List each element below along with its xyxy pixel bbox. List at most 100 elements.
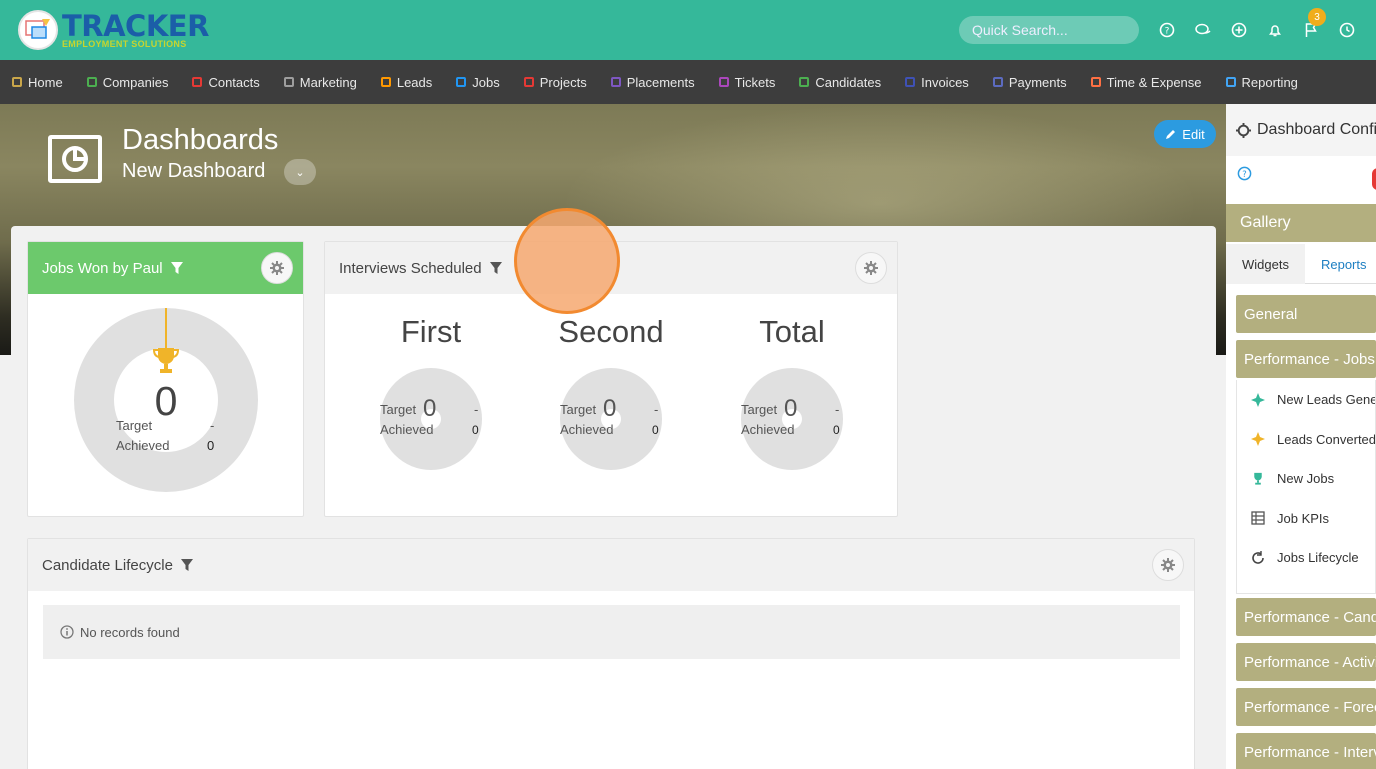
nav-item-label: Marketing — [299, 74, 357, 90]
leads-icon — [1251, 392, 1265, 407]
placements-icon — [610, 77, 621, 87]
panel-header: Dashboard Configuration — [1226, 104, 1376, 156]
target-label: Target — [380, 402, 417, 417]
gallery-tabs: Widgets Reports — [1226, 244, 1376, 284]
achieved-value: 0 — [472, 423, 479, 437]
widget-header: Jobs Won by Paul — [28, 242, 303, 294]
main-nav: Home Companies Contacts Marketing Leads Jobs P… — [0, 60, 1376, 104]
reporting-icon — [1225, 77, 1236, 87]
nav-item-time-expense[interactable]: Time & Expense — [1090, 74, 1202, 90]
tickets-icon — [718, 77, 729, 87]
target-value: - — [654, 402, 659, 417]
category-performance-candidates[interactable]: Performance - Candidates — [1236, 598, 1376, 636]
quick-search-input[interactable] — [959, 16, 1139, 44]
help-icon[interactable]: ? — [1237, 166, 1252, 186]
achieved-label: Achieved — [741, 422, 795, 437]
nav-item-label: Leads — [396, 74, 433, 90]
nav-item-companies[interactable]: Companies — [86, 74, 169, 90]
chat-icon[interactable] — [1194, 21, 1212, 39]
category-performance-interviews[interactable]: Performance - Interviews — [1236, 733, 1376, 769]
add-icon[interactable] — [1230, 21, 1248, 39]
category-performance-activities[interactable]: Performance - Activities — [1236, 643, 1376, 681]
top-bar: TRACKER EMPLOYMENT SOLUTIONS ? 3 — [0, 0, 1376, 60]
brand-logo[interactable]: TRACKER EMPLOYMENT SOLUTIONS — [18, 10, 209, 50]
filter-icon[interactable] — [180, 559, 193, 571]
nav-item-label: Placements — [626, 74, 695, 90]
help-icon[interactable]: ? — [1158, 21, 1176, 39]
nav-item-jobs[interactable]: Jobs — [456, 74, 500, 90]
nav-item-marketing[interactable]: Marketing — [283, 74, 357, 90]
nav-item-label: Companies — [102, 74, 169, 90]
target-value: - — [210, 418, 215, 433]
pie-chart-icon — [48, 135, 102, 183]
payments-icon — [992, 77, 1003, 87]
stat-title: Second — [558, 314, 664, 349]
dashboard-dropdown-button[interactable]: ⌄ — [284, 159, 316, 185]
widget-item-label: Jobs Lifecycle — [1277, 550, 1359, 566]
brand-name: TRACKER — [62, 8, 209, 43]
chevron-down-icon: ⌄ — [295, 166, 305, 179]
nav-item-label: Home — [28, 74, 63, 90]
nav-item-tickets[interactable]: Tickets — [718, 75, 775, 90]
nav-item-invoices[interactable]: Invoices — [905, 75, 969, 90]
edit-button[interactable]: Edit — [1154, 120, 1216, 148]
nav-item-label: Jobs — [472, 74, 500, 90]
category-performance-jobs[interactable]: Performance - Jobs — [1236, 340, 1376, 378]
widget-item-label: Leads Converted — [1277, 431, 1375, 447]
history-icon[interactable] — [1338, 21, 1356, 39]
bell-icon[interactable] — [1266, 21, 1284, 39]
performance-jobs-list: New Leads Generated Leads Converted New Jo… — [1236, 380, 1376, 594]
edit-label: Edit — [1182, 126, 1205, 142]
target-label: Target — [116, 418, 153, 433]
widget-item-label: Job KPIs — [1277, 510, 1330, 526]
nav-item-label: Reporting — [1241, 74, 1298, 90]
filter-icon[interactable] — [489, 262, 502, 274]
close-panel-button[interactable] — [1372, 168, 1376, 190]
widget-item-job-kpis[interactable]: Job KPIs — [1237, 499, 1375, 539]
achieved-label: Achieved — [560, 422, 614, 437]
widget-settings-button[interactable] — [855, 252, 887, 284]
achieved-value: 0 — [833, 423, 840, 437]
widget-item-leads-converted[interactable]: Leads Converted — [1237, 420, 1375, 460]
nav-item-reporting[interactable]: Reporting — [1225, 74, 1298, 90]
invoices-icon — [905, 77, 916, 87]
nav-item-projects[interactable]: Projects — [523, 75, 587, 90]
notification-badge: 3 — [1308, 8, 1326, 26]
dashboard-name: New Dashboard — [122, 160, 266, 182]
nav-item-label: Time & Expense — [1106, 74, 1202, 90]
tab-widgets[interactable]: Widgets — [1226, 244, 1305, 284]
widget-item-new-leads-generated[interactable]: New Leads Generated — [1237, 380, 1375, 420]
category-performance-forecast[interactable]: Performance - Forecast — [1236, 688, 1376, 726]
nav-item-payments[interactable]: Payments — [992, 75, 1067, 90]
widget-settings-button[interactable] — [1152, 549, 1184, 581]
nav-item-label: Contacts — [208, 74, 260, 90]
tab-reports[interactable]: Reports — [1305, 244, 1376, 284]
nav-item-contacts[interactable]: Contacts — [192, 74, 260, 90]
widget-settings-button[interactable] — [261, 252, 293, 284]
stat-value: 0 — [784, 395, 798, 422]
widget-item-new-jobs[interactable]: New Jobs — [1237, 459, 1375, 499]
filter-icon[interactable] — [170, 262, 183, 274]
category-general[interactable]: General — [1236, 295, 1376, 333]
pencil-icon — [1166, 129, 1176, 139]
nav-item-placements[interactable]: Placements — [610, 74, 695, 90]
stat-title: Total — [759, 314, 825, 349]
table-icon — [1251, 511, 1265, 525]
page-title: Dashboards — [122, 124, 279, 156]
widget-title: Interviews Scheduled — [339, 259, 482, 277]
nav-item-leads[interactable]: Leads — [380, 74, 433, 90]
nav-item-candidates[interactable]: Candidates — [799, 75, 881, 90]
stat-title: First — [400, 314, 462, 349]
gear-icon — [1236, 122, 1251, 138]
trophy-icon — [152, 346, 180, 381]
target-value: - — [474, 402, 479, 417]
svg-text:?: ? — [1242, 169, 1246, 179]
leads-icon — [380, 77, 391, 87]
gallery-header[interactable]: Gallery — [1226, 204, 1376, 242]
flag-icon[interactable]: 3 — [1302, 8, 1326, 39]
nav-item-home[interactable]: Home — [12, 75, 63, 90]
contacts-icon — [192, 77, 203, 87]
widget-item-jobs-lifecycle[interactable]: Jobs Lifecycle — [1237, 538, 1375, 578]
target-label: Target — [741, 402, 778, 417]
dashboard-config-panel: Dashboard Configuration ? Gallery Widget… — [1226, 104, 1376, 769]
